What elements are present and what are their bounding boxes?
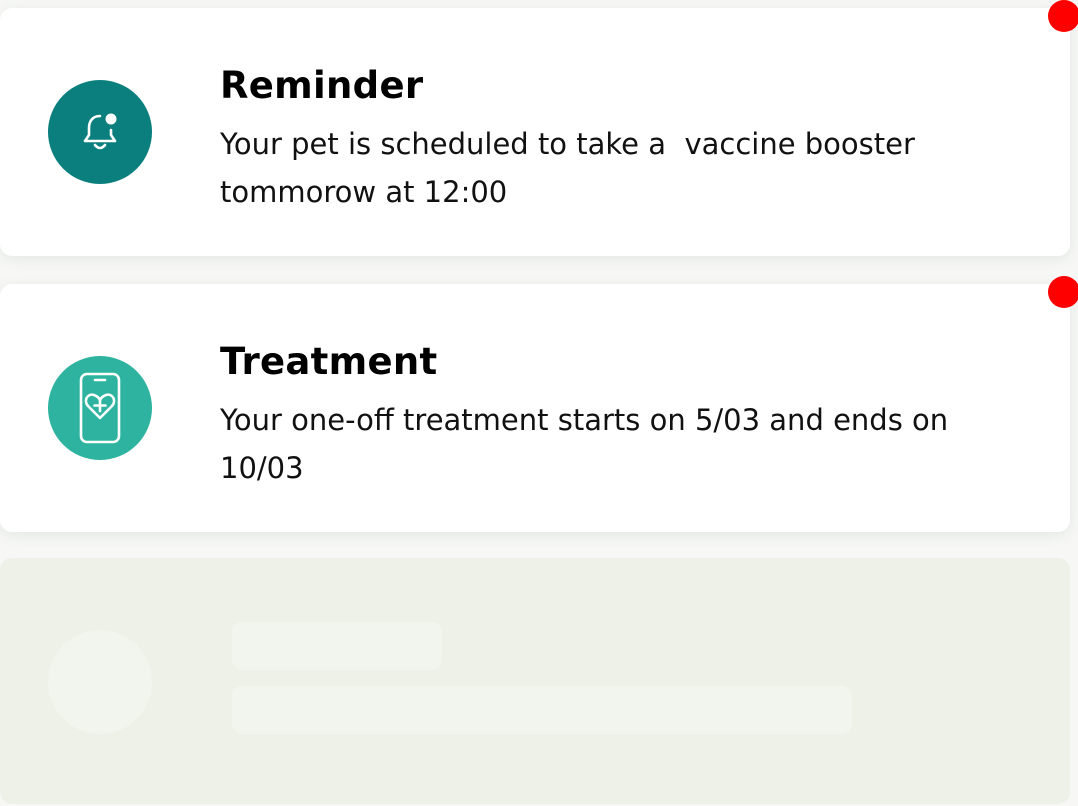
skeleton-avatar — [48, 630, 152, 734]
notification-card-reminder[interactable]: Reminder Your pet is scheduled to take a… — [0, 8, 1070, 256]
notification-message: Your one-off treatment starts on 5/03 an… — [220, 403, 958, 485]
notification-card-treatment[interactable]: Treatment Your one-off treatment starts … — [0, 284, 1070, 532]
bell-icon — [80, 110, 120, 154]
notification-title: Reminder — [220, 64, 424, 107]
treatment-icon-badge — [48, 356, 152, 460]
notification-title: Treatment — [220, 340, 438, 383]
phone-heart-icon — [78, 372, 122, 444]
unread-indicator — [1048, 276, 1078, 308]
skeleton-text-line — [232, 686, 852, 734]
reminder-icon-badge — [48, 80, 152, 184]
notification-message: Your pet is scheduled to take a vaccine … — [220, 127, 925, 209]
unread-indicator — [1048, 0, 1078, 32]
skeleton-title-line — [232, 622, 442, 670]
loading-skeleton-card — [0, 558, 1070, 804]
